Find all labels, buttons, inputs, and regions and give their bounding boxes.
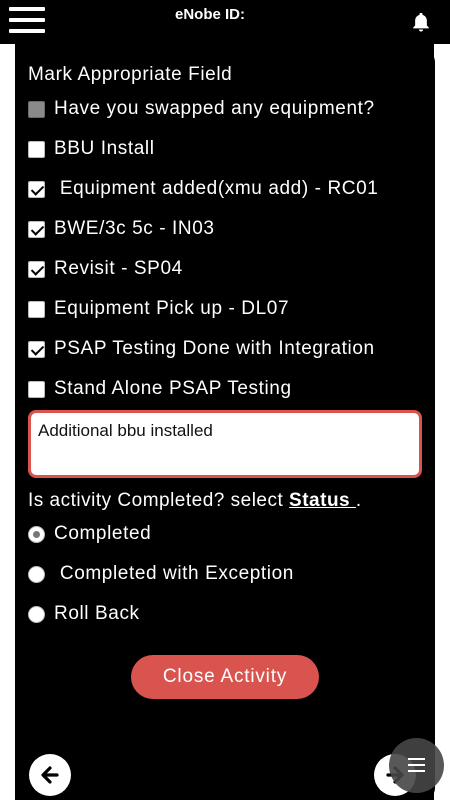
checkbox-equipment-pickup[interactable] xyxy=(28,300,45,318)
checkbox-swapped-equipment[interactable] xyxy=(28,100,45,118)
radio-roll-back[interactable] xyxy=(28,605,45,623)
menu-line xyxy=(408,764,425,766)
checkbox-label: Equipment added(xmu add) - RC01 xyxy=(54,178,379,199)
checkbox-revisit[interactable] xyxy=(28,260,45,278)
app-title: eNobe ID: xyxy=(174,6,245,23)
checkbox-label: Equipment Pick up - DL07 xyxy=(54,298,290,319)
menu-line xyxy=(408,770,425,772)
checkbox-label: Revisit - SP04 xyxy=(54,258,183,279)
radio-row-completed-with-exception[interactable]: Completed with Exception xyxy=(28,561,294,587)
checkbox-row-revisit[interactable]: Revisit - SP04 xyxy=(28,256,183,282)
status-question-suffix: . xyxy=(355,490,362,511)
status-link[interactable]: Status xyxy=(289,490,356,511)
radio-label: Completed with Exception xyxy=(54,563,294,584)
checkbox-label: BWE/3c 5c - IN03 xyxy=(54,218,215,239)
radio-row-completed[interactable]: Completed xyxy=(28,521,151,547)
checkbox-standalone-psap[interactable] xyxy=(28,380,45,398)
notes-textarea[interactable]: Additional bbu installed xyxy=(28,410,422,478)
checkbox-bwe[interactable] xyxy=(28,220,45,238)
checkbox-bbu-install[interactable] xyxy=(28,140,45,158)
checkbox-row-psap-integration[interactable]: PSAP Testing Done with Integration xyxy=(28,336,375,362)
checkbox-row-equipment-added[interactable]: Equipment added(xmu add) - RC01 xyxy=(28,176,378,202)
checkbox-label: BBU Install xyxy=(54,138,155,159)
checkbox-row-swapped-equipment[interactable]: Have you swapped any equipment? xyxy=(28,96,375,122)
bell-icon[interactable] xyxy=(410,10,432,34)
close-activity-button[interactable]: Close Activity xyxy=(131,655,319,699)
radio-label: Roll Back xyxy=(54,603,140,624)
status-question-text: Is activity Completed? select xyxy=(28,490,290,511)
checkbox-equipment-added[interactable] xyxy=(28,180,45,198)
checkbox-label: Stand Alone PSAP Testing xyxy=(54,378,292,399)
radio-completed-with-exception[interactable] xyxy=(28,565,45,583)
checkbox-row-standalone-psap[interactable]: Stand Alone PSAP Testing xyxy=(28,376,292,402)
arrow-left-icon xyxy=(41,766,59,784)
checkbox-row-bwe[interactable]: BWE/3c 5c - IN03 xyxy=(28,216,215,242)
top-bar: eNobe ID: xyxy=(0,0,450,44)
form-heading: Mark Appropriate Field xyxy=(28,64,233,85)
menu-lines-icon xyxy=(408,758,425,760)
left-page-edge xyxy=(0,44,15,800)
checkbox-psap-integration[interactable] xyxy=(28,340,45,358)
checkbox-row-equipment-pickup[interactable]: Equipment Pick up - DL07 xyxy=(28,296,289,322)
checkbox-label: Have you swapped any equipment? xyxy=(54,98,375,119)
radio-completed[interactable] xyxy=(28,525,45,543)
radio-row-roll-back[interactable]: Roll Back xyxy=(28,601,140,627)
right-page-edge xyxy=(434,44,450,800)
back-button[interactable] xyxy=(29,754,71,796)
status-question: Is activity Completed? select Status . xyxy=(28,490,362,512)
checkbox-label: PSAP Testing Done with Integration xyxy=(54,338,375,359)
radio-label: Completed xyxy=(54,523,152,544)
checkbox-row-bbu-install[interactable]: BBU Install xyxy=(28,136,155,162)
floating-menu-button[interactable] xyxy=(389,738,444,793)
